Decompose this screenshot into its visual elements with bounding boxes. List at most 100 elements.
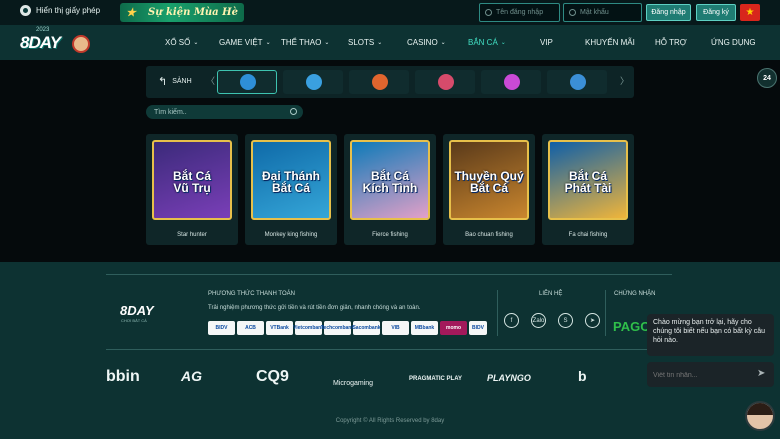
bank-logo: Sacombank: [352, 321, 381, 335]
provider-game-thumb[interactable]: [415, 70, 475, 94]
provider-game-thumb[interactable]: [547, 70, 607, 94]
license-icon: [20, 5, 31, 16]
footer-logo: 8DAY: [120, 303, 154, 318]
chat-agent-avatar[interactable]: [745, 401, 775, 431]
nav-item[interactable]: ỨNG DỤNG: [711, 25, 756, 60]
nav-item-label: KHUYẾN MÃI: [585, 38, 635, 47]
nav-item-label: CASINO: [407, 38, 438, 47]
footer-divider: [106, 349, 672, 350]
search-icon: [290, 108, 297, 115]
chat-message-input[interactable]: [653, 369, 753, 381]
bank-logo: VTBank: [266, 321, 293, 335]
game-art-title: Đại Thánh Bắt Cá: [253, 170, 329, 194]
nav-item[interactable]: THỂ THAO ⌄: [281, 25, 329, 60]
partner-logo: AG: [181, 368, 202, 384]
login-button[interactable]: Đăng nhập: [646, 4, 691, 21]
game-art: Bắt Cá Phát Tài: [548, 140, 628, 220]
nav-item[interactable]: KHUYẾN MÃI: [585, 25, 635, 60]
game-name: Fierce fishing: [372, 232, 408, 238]
nav-item[interactable]: CASINO ⌄: [407, 25, 446, 60]
game-art: Thuyền Quý Bắt Cá: [449, 140, 529, 220]
game-art-title-line: Phát Tài: [564, 181, 612, 195]
lock-icon: [569, 9, 576, 16]
search-placeholder: Tìm kiếm..: [154, 108, 187, 116]
nav-item[interactable]: GAME VIỆT ⌄: [219, 25, 271, 60]
chevron-down-icon: ⌄: [193, 40, 199, 46]
nav-item-label: VIP: [540, 38, 553, 47]
chevron-down-icon: ⌄: [324, 40, 330, 46]
bank-logo: MBbank: [411, 321, 438, 335]
game-card[interactable]: Bắt Cá Kích Tình Fierce fishing: [344, 134, 436, 245]
provider-game-icon: [438, 74, 454, 90]
footer-separator: [605, 290, 606, 336]
social-icon[interactable]: Zalo: [531, 313, 546, 328]
event-banner[interactable]: ★ Sự kiện Mùa Hè: [120, 3, 244, 22]
game-search-input[interactable]: Tìm kiếm..: [146, 105, 303, 119]
game-art-title: Bắt Cá Vũ Trụ: [154, 170, 230, 194]
license-link[interactable]: Hiển thị giấy phép: [20, 5, 100, 16]
payment-heading: PHƯƠNG THỨC THANH TOÁN: [208, 291, 295, 297]
footer-separator: [497, 290, 498, 336]
game-art-title-line: Bắt Cá: [271, 181, 310, 195]
footer-divider: [106, 274, 672, 275]
provider-game-thumb[interactable]: [283, 70, 343, 94]
mascot-icon: [72, 35, 90, 53]
game-card[interactable]: Đại Thánh Bắt Cá Monkey king fishing: [245, 134, 337, 245]
game-name: Monkey king fishing: [264, 232, 318, 238]
password-placeholder: Mật khẩu: [580, 9, 609, 16]
provider-game-icon: [372, 74, 388, 90]
avatar-hair: [747, 403, 773, 415]
game-art: Bắt Cá Kích Tình: [350, 140, 430, 220]
game-name: Bao chuan fishing: [465, 232, 513, 238]
license-label: Hiển thị giấy phép: [36, 6, 101, 15]
logo-text: 8DAY: [20, 33, 61, 52]
chat-welcome-message: Chào mừng bạn trở lại, hãy cho chúng tôi…: [647, 314, 774, 356]
copyright-text: Copyright © All Rights Reserved by 8day: [335, 418, 445, 424]
strip-prev-arrow[interactable]: 〈: [206, 74, 215, 87]
nav-item-label: ỨNG DỤNG: [711, 38, 756, 47]
chevron-down-icon: ⌄: [377, 40, 383, 46]
site-logo[interactable]: 2023 8DAY: [18, 27, 98, 59]
chevron-down-icon: ⌄: [500, 40, 506, 46]
partner-logo: bbin: [106, 368, 140, 385]
event-label: Sự kiện Mùa Hè: [148, 7, 238, 18]
social-icon[interactable]: ➤: [585, 313, 600, 328]
game-card[interactable]: Bắt Cá Phát Tài Fa chai fishing: [542, 134, 634, 245]
strip-next-arrow[interactable]: 〉: [620, 74, 629, 87]
nav-item[interactable]: VIP: [540, 25, 553, 60]
social-icon[interactable]: f: [504, 313, 519, 328]
register-button[interactable]: Đăng ký: [696, 4, 736, 21]
send-icon[interactable]: ➤: [757, 368, 765, 379]
social-icon[interactable]: S: [558, 313, 573, 328]
nav-item[interactable]: XỔ SỐ ⌄: [165, 25, 198, 60]
chevron-down-icon: ⌄: [440, 40, 446, 46]
nav-item-label: THỂ THAO: [281, 38, 322, 47]
password-input[interactable]: Mật khẩu: [563, 3, 642, 22]
back-arrow-icon: ↰: [158, 75, 168, 88]
support-24-button[interactable]: 24: [757, 68, 777, 88]
game-art: Đại Thánh Bắt Cá: [251, 140, 331, 220]
nav-item[interactable]: BẮN CÁ ⌄: [468, 25, 506, 60]
lobby-back-button[interactable]: ↰ SẢNH: [158, 73, 192, 89]
username-input[interactable]: Tên đăng nhập: [479, 3, 560, 22]
nav-item-label: GAME VIỆT: [219, 38, 263, 47]
username-placeholder: Tên đăng nhập: [496, 9, 544, 16]
bank-logo: BIDV: [469, 321, 487, 335]
vietnam-flag-icon[interactable]: ★: [740, 4, 760, 21]
game-name: Star hunter: [177, 232, 207, 238]
bank-logo: Techcombank: [321, 321, 354, 335]
partner-logo: b: [578, 368, 587, 384]
nav-item[interactable]: HỖ TRỢ: [655, 25, 687, 60]
bank-logo: ACB: [237, 321, 264, 335]
provider-game-thumb[interactable]: [481, 70, 541, 94]
nav-item[interactable]: SLOTS ⌄: [348, 25, 382, 60]
partner-logo: Microgaming: [333, 380, 374, 387]
bank-logo: VIB: [382, 321, 409, 335]
provider-game-thumb[interactable]: [349, 70, 409, 94]
provider-game-thumb[interactable]: [217, 70, 277, 94]
game-card[interactable]: Thuyền Quý Bắt Cá Bao chuan fishing: [443, 134, 535, 245]
game-card[interactable]: Bắt Cá Vũ Trụ Star hunter: [146, 134, 238, 245]
nav-item-label: HỖ TRỢ: [655, 38, 687, 47]
provider-game-icon: [306, 74, 322, 90]
footer-logo-tag: CHƠI BẮT CÁ: [121, 318, 147, 323]
